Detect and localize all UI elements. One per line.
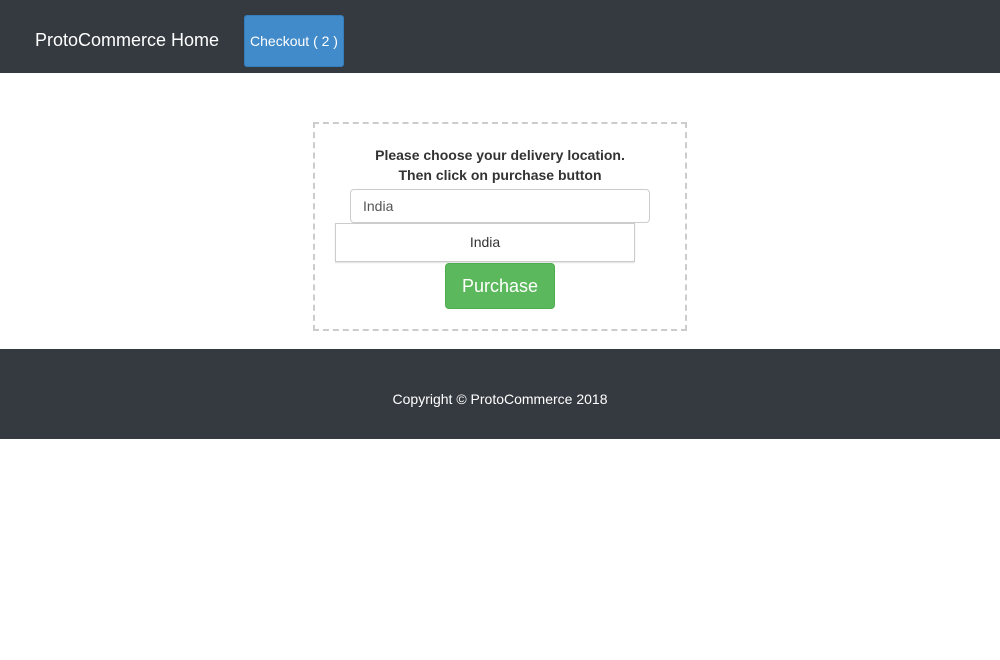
delivery-instruction-line1: Please choose your delivery location.	[375, 147, 625, 163]
top-navbar: ProtoCommerce Home Checkout ( 2 )	[0, 0, 1000, 73]
delivery-instruction-line2: Then click on purchase button	[398, 167, 602, 183]
delivery-location-box: Please choose your delivery location. Th…	[313, 122, 687, 331]
country-suggestions-list: India	[335, 223, 635, 262]
checkout-button-label: Checkout ( 2 )	[250, 33, 338, 49]
page-footer: Copyright © ProtoCommerce 2018	[0, 349, 1000, 439]
country-suggestion-item[interactable]: India	[336, 224, 634, 261]
country-input[interactable]	[350, 189, 650, 223]
copyright-text: Copyright © ProtoCommerce 2018	[392, 391, 608, 407]
brand-home-link[interactable]: ProtoCommerce Home	[35, 29, 219, 51]
checkout-button[interactable]: Checkout ( 2 )	[244, 15, 344, 67]
purchase-button[interactable]: Purchase	[445, 263, 555, 309]
